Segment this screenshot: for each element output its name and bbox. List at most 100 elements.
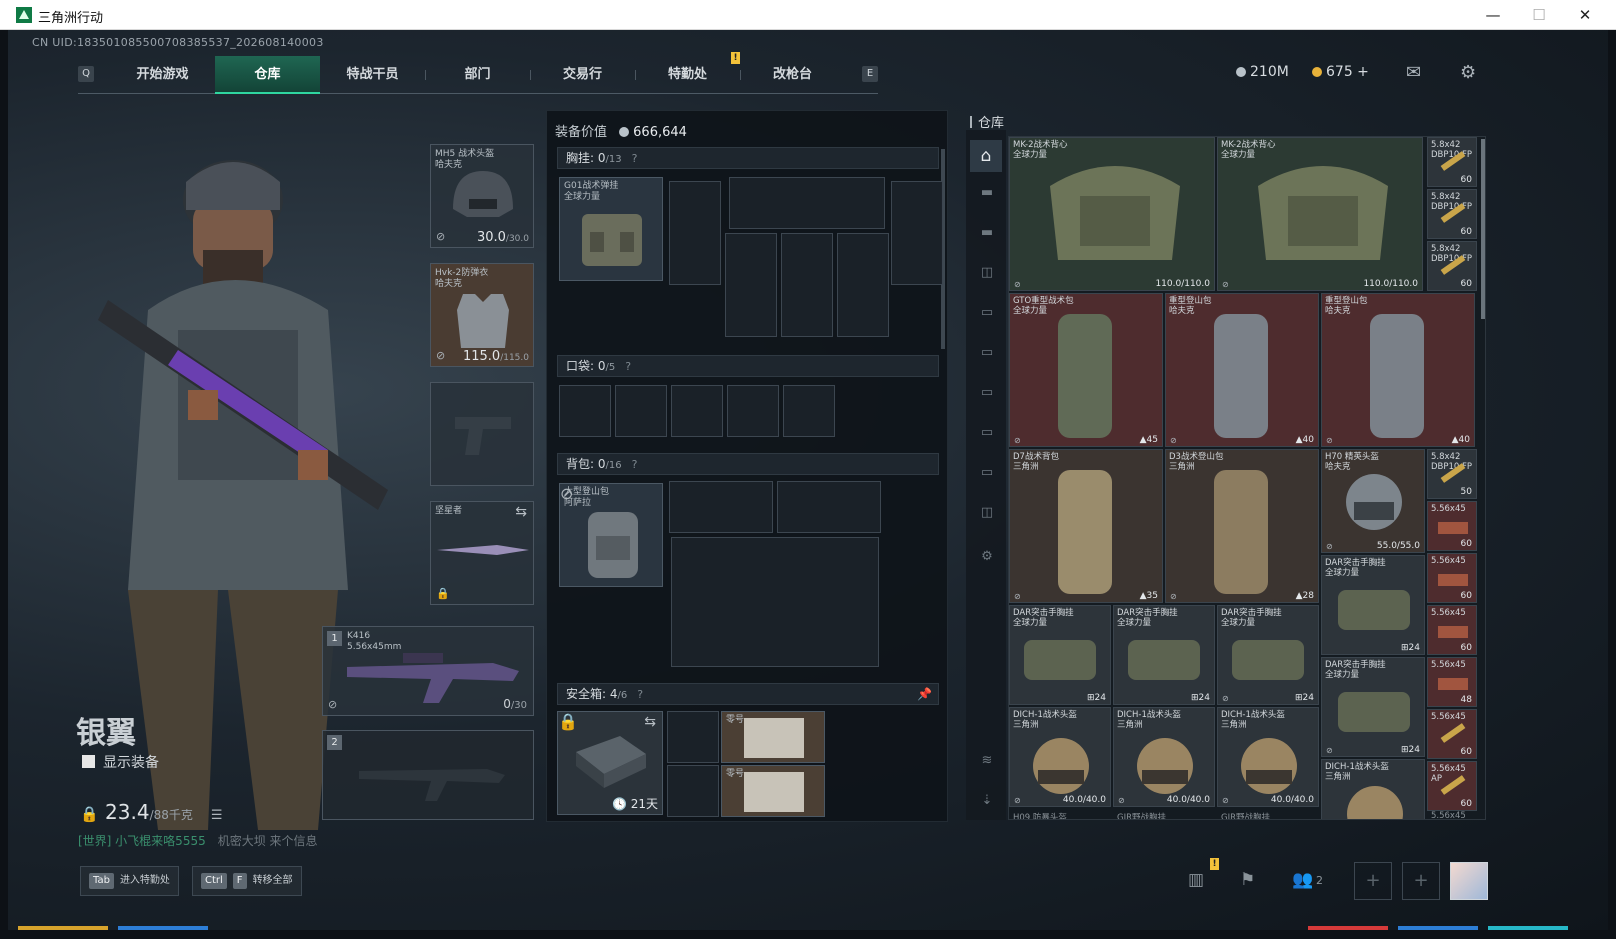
backpack-grid-cell[interactable] — [777, 481, 881, 533]
category-ammo-icon[interactable]: ▭ — [976, 422, 998, 444]
category-settings-icon[interactable]: ⚙ — [976, 546, 998, 568]
warehouse-item[interactable]: DAR突击手胸挂 全球力量 ⊘ ⊞24 — [1321, 657, 1425, 757]
warehouse-scrollbar[interactable] — [1481, 139, 1485, 319]
tab-start-game[interactable]: 开始游戏 — [110, 56, 215, 94]
nav-next-key[interactable]: E — [862, 66, 878, 82]
backpack-grid-cell[interactable] — [671, 537, 879, 667]
pocket-cell[interactable] — [727, 385, 779, 437]
safebox-item-zero[interactable]: 零号 — [721, 711, 825, 763]
help-icon[interactable]: ? — [632, 458, 638, 471]
swap-icon[interactable]: ⇆ — [515, 504, 527, 520]
chest-grid-cell[interactable] — [725, 233, 777, 337]
warehouse-item[interactable]: 重型登山包 哈夫克 ⊘ ▲40 — [1321, 293, 1475, 447]
transfer-all-button[interactable]: Ctrl F 转移全部 — [192, 866, 302, 896]
pocket-cell[interactable] — [559, 385, 611, 437]
sort-icon[interactable]: ⇣ — [976, 790, 998, 812]
warehouse-item[interactable]: DAR突击手胸挂 全球力量 ⊞24 — [1009, 605, 1111, 705]
layers-icon[interactable]: ≋ — [976, 750, 998, 772]
warehouse-item[interactable]: D3战术登山包 三角洲 ⊘ ▲28 — [1165, 449, 1319, 603]
invite-slot-button[interactable]: + — [1402, 862, 1440, 900]
silver-currency[interactable]: 210M — [1236, 64, 1289, 80]
tab-department[interactable]: 部门 — [425, 56, 530, 94]
backpack-item[interactable]: 大型登山包 阿萨拉 ⊘ — [559, 483, 663, 587]
stats-icon[interactable]: ▥ — [1188, 870, 1204, 890]
tab-warehouse[interactable]: 仓库 — [215, 56, 320, 94]
chest-grid-cell[interactable] — [891, 181, 943, 285]
ammo-item[interactable]: 5.8x42 DBP10 FP 60 — [1427, 137, 1477, 187]
category-attachment-icon[interactable]: ◫ — [976, 262, 998, 284]
backpack-grid-cell[interactable] — [669, 481, 773, 533]
warehouse-item[interactable]: DICH-1战术头盔 三角洲 ⊘ 40.0/40.0 — [1009, 707, 1111, 807]
warehouse-item[interactable]: DAR突击手胸挂 全球力量 ⊘ ⊞24 — [1217, 605, 1319, 705]
player-avatar[interactable] — [1450, 862, 1488, 900]
safebox-item-zero[interactable]: 零号 — [721, 765, 825, 817]
category-ammo-icon[interactable]: ▭ — [976, 302, 998, 324]
enter-special-ops-button[interactable]: Tab 进入特勤处 — [80, 866, 179, 896]
warehouse-item[interactable]: DAR突击手胸挂 全球力量 ⊞24 — [1321, 555, 1425, 655]
chat-message[interactable]: [世界] 小飞棍来咯5555 机密大坝 来个信息 — [78, 832, 318, 849]
gear-icon[interactable]: ⚙ — [1460, 62, 1476, 83]
melee-slot[interactable]: 坚星者 ⇆ 🔒 — [430, 501, 534, 605]
warehouse-item[interactable]: H70 精英头盔 哈夫克 ⊘ 55.0/55.0 — [1321, 449, 1425, 553]
chest-grid-cell[interactable] — [669, 181, 721, 285]
nav-prev-key[interactable]: Q — [78, 66, 94, 82]
chest-grid-cell[interactable] — [837, 233, 889, 337]
squad-icon[interactable]: 👥 — [1292, 870, 1313, 890]
show-equipment-checkbox[interactable] — [82, 755, 95, 768]
pocket-cell[interactable] — [671, 385, 723, 437]
tab-special-ops[interactable]: 特勤处 — [635, 56, 740, 94]
ammo-item[interactable]: 5.56x45 60 — [1427, 501, 1477, 551]
category-ammo-icon[interactable]: ▭ — [976, 342, 998, 364]
maximize-button[interactable]: ☐ — [1516, 0, 1562, 30]
primary-weapon-slot[interactable]: 1 K416 5.56x45mm ⊘ 0/30 — [322, 626, 534, 716]
swap-icon[interactable]: ⇆ — [644, 714, 656, 730]
warehouse-item[interactable]: DICH-1战术头盔 三角洲 ⊘ 40.0/40.0 — [1113, 707, 1215, 807]
show-equipment-toggle[interactable]: 显示装备 — [82, 752, 159, 772]
category-weapon-icon[interactable]: ▬ — [976, 182, 998, 204]
ammo-item[interactable]: 5.56x45 48 — [1427, 657, 1477, 707]
pistol-slot[interactable] — [430, 382, 534, 486]
warehouse-item[interactable]: MK-2战术背心 全球力量 ⊘ 110.0/110.0 — [1217, 137, 1423, 291]
warehouse-item[interactable]: 重型登山包 哈夫克 ⊘ ▲40 — [1165, 293, 1319, 447]
mail-icon[interactable]: ✉ — [1406, 62, 1421, 83]
warehouse-item[interactable]: DICH-1战术头盔 三角洲 ⊘ 40.0/40.0 — [1217, 707, 1319, 807]
ammo-item[interactable]: 5.56x45 60 — [1427, 553, 1477, 603]
category-medical-icon[interactable]: ◫ — [976, 502, 998, 524]
ammo-item[interactable]: 5.8x42 DBP10 FP 50 — [1427, 449, 1477, 499]
close-button[interactable]: ✕ — [1562, 0, 1608, 30]
chest-grid-cell[interactable] — [781, 233, 833, 337]
help-icon[interactable]: ? — [632, 152, 638, 165]
warehouse-item[interactable]: DICH-1战术头盔 三角洲 — [1321, 759, 1425, 819]
ammo-item[interactable]: 5.8x42 DBP10 FP 60 — [1427, 241, 1477, 291]
safebox-cell[interactable] — [667, 765, 719, 817]
armor-slot[interactable]: Hvk-2防弹衣 哈夫克 ⊘ 115.0/115.0 — [430, 263, 534, 367]
minimize-button[interactable]: — — [1470, 0, 1516, 30]
warehouse-item[interactable]: MK-2战术背心 全球力量 ⊘ 110.0/110.0 — [1009, 137, 1215, 291]
category-weapon-icon[interactable]: ▬ — [976, 222, 998, 244]
help-icon[interactable]: ? — [625, 360, 631, 373]
tab-gunsmith[interactable]: 改枪台 — [740, 56, 845, 94]
pocket-cell[interactable] — [783, 385, 835, 437]
ammo-item[interactable]: 5.56x45 AP 60 — [1427, 761, 1477, 811]
helmet-slot[interactable]: MH5 战术头盔 哈夫克 ⊘ 30.0/30.0 — [430, 144, 534, 248]
pocket-cell[interactable] — [615, 385, 667, 437]
ammo-item[interactable]: 5.56x45 60 — [1427, 709, 1477, 759]
category-equipment-icon[interactable]: ▭ — [976, 462, 998, 484]
pin-icon[interactable]: 📌 — [917, 684, 932, 704]
chest-rig-item[interactable]: G01战术弹挂 全球力量 — [559, 177, 663, 281]
tab-trade[interactable]: 交易行 — [530, 56, 635, 94]
ammo-item[interactable]: 5.8x42 DBP10 FP 60 — [1427, 189, 1477, 239]
invite-slot-button[interactable]: + — [1354, 862, 1392, 900]
warehouse-item[interactable]: DAR突击手胸挂 全球力量 ⊞24 — [1113, 605, 1215, 705]
help-icon[interactable]: ? — [637, 688, 643, 701]
category-all-icon[interactable]: ⌂ — [970, 140, 1002, 172]
warehouse-item[interactable]: GTO重型战术包 全球力量 ⊘ ▲45 — [1009, 293, 1163, 447]
secondary-weapon-slot[interactable]: 2 — [322, 730, 534, 820]
gold-currency[interactable]: 675 + — [1312, 64, 1369, 80]
weight-list-icon[interactable]: ☰ — [211, 808, 223, 823]
tab-operators[interactable]: 特战干员 — [320, 56, 425, 94]
ammo-item[interactable]: 5.56x45 60 — [1427, 605, 1477, 655]
warehouse-item[interactable]: D7战术背包 三角洲 ⊘ ▲35 — [1009, 449, 1163, 603]
chest-grid-cell[interactable] — [729, 177, 885, 229]
flag-icon[interactable]: ⚑ — [1240, 870, 1255, 890]
